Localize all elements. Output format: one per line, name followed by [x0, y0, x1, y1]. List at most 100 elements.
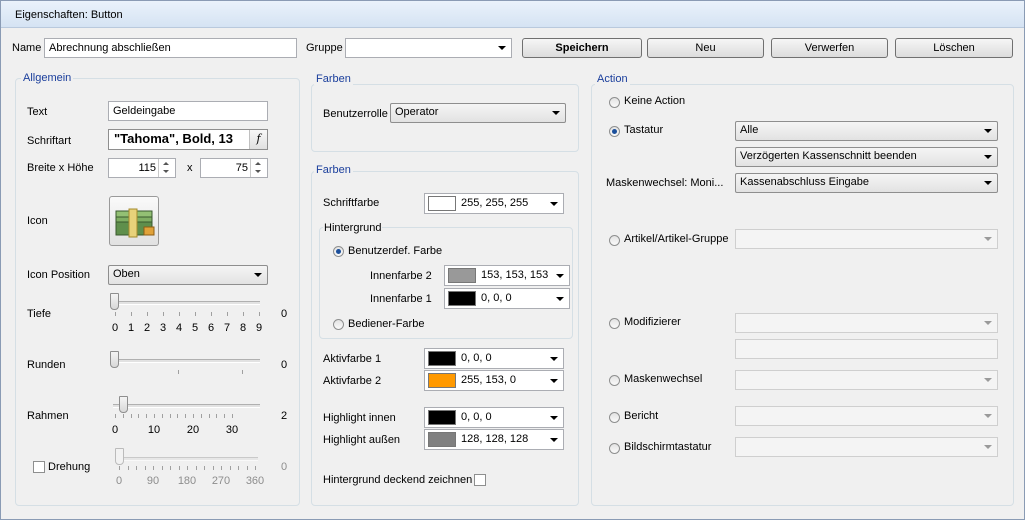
spin-up-icon[interactable]: [163, 162, 169, 165]
new-button[interactable]: Neu: [647, 38, 764, 58]
chevron-down-icon: [550, 438, 558, 442]
chevron-down-icon: [984, 378, 992, 382]
font-picker[interactable]: "Tahoma", Bold, 13 f: [108, 129, 268, 150]
font-dialog-button[interactable]: f: [249, 130, 267, 149]
innen2-colorpicker[interactable]: 153, 153, 153: [444, 265, 570, 286]
drehung-tick: [162, 466, 163, 470]
hl-aussen-colorpicker[interactable]: 128, 128, 128: [424, 429, 564, 450]
times-label: x: [187, 162, 193, 174]
chevron-down-icon: [550, 357, 558, 361]
width-spin-buttons[interactable]: [158, 159, 175, 177]
aktiv2-swatch: [428, 373, 456, 388]
tastatur-select[interactable]: Alle: [735, 121, 998, 141]
gruppe-select[interactable]: [345, 38, 512, 58]
farben-rolle-title: Farben: [314, 73, 353, 85]
tiefe-track[interactable]: [113, 301, 260, 305]
bildschirm-radio[interactable]: [609, 443, 620, 454]
rolle-select[interactable]: Operator: [390, 103, 566, 123]
drehung-tick-label: 180: [177, 475, 197, 487]
masken-moni-select[interactable]: Kassenabschluss Eingabe: [735, 173, 998, 193]
tastatur-radio[interactable]: [609, 126, 620, 137]
bediener-radio[interactable]: [333, 319, 344, 330]
aktiv1-swatch: [428, 351, 456, 366]
delete-button[interactable]: Löschen: [895, 38, 1013, 58]
drehung-tick: [136, 466, 137, 470]
innen1-colorpicker[interactable]: 0, 0, 0: [444, 288, 570, 309]
hl-innen-colorpicker[interactable]: 0, 0, 0: [424, 407, 564, 428]
width-spinner[interactable]: 115: [108, 158, 176, 178]
drehung-checkbox[interactable]: [33, 461, 45, 473]
tiefe-value: 0: [281, 308, 288, 320]
drehung-tick: [238, 466, 239, 470]
properties-window: Eigenschaften: Button Name Abrechnung ab…: [0, 0, 1025, 520]
bericht-radio[interactable]: [609, 412, 620, 423]
drehung-tick: [255, 466, 256, 470]
text-label: Text: [27, 106, 48, 118]
spin-down-icon[interactable]: [163, 170, 169, 173]
rahmen-tick-label: 0: [111, 424, 119, 436]
chevron-down-icon: [550, 379, 558, 383]
aktiv2-colorpicker[interactable]: 255, 153, 0: [424, 370, 564, 391]
tastatur-select-2[interactable]: Verzögerten Kassenschnitt beenden: [735, 147, 998, 167]
drehung-track[interactable]: [118, 457, 258, 461]
iconpos-select[interactable]: Oben: [108, 265, 268, 285]
innen1-value: 0, 0, 0: [481, 292, 512, 304]
drehung-tick: [170, 466, 171, 470]
schrift-colorpicker[interactable]: 255, 255, 255: [424, 193, 564, 214]
artikel-radio[interactable]: [609, 235, 620, 246]
name-label: Name: [12, 42, 42, 54]
rahmen-tick: [162, 414, 163, 418]
aktiv1-label: Aktivfarbe 1: [323, 353, 382, 365]
discard-button[interactable]: Verwerfen: [771, 38, 888, 58]
runden-track[interactable]: [113, 359, 260, 363]
tastatur-value: Alle: [740, 124, 759, 136]
modifizierer-input[interactable]: [735, 339, 998, 359]
drehung-tick-label: 270: [211, 475, 231, 487]
tiefe-tick: [259, 312, 260, 316]
drehung-tick: [119, 466, 120, 470]
keine-radio[interactable]: [609, 97, 620, 108]
modifizierer-select[interactable]: [735, 313, 998, 333]
rahmen-tick: [185, 414, 186, 418]
save-button[interactable]: Speichern: [522, 38, 642, 58]
spin-up-icon[interactable]: [255, 162, 261, 165]
rahmen-tick: [201, 414, 202, 418]
drehung-tick: [221, 466, 222, 470]
runden-value: 0: [281, 359, 288, 371]
benutzer-radio[interactable]: [333, 246, 344, 257]
maskenwechsel-radio[interactable]: [609, 375, 620, 386]
maskenwechsel-label: Maskenwechsel: [624, 373, 703, 385]
text-input[interactable]: Geldeingabe: [108, 101, 268, 121]
innen2-label: Innenfarbe 2: [370, 270, 432, 282]
rahmen-tick: [216, 414, 217, 418]
rahmen-tick: [123, 414, 124, 418]
runden-tick: [178, 370, 179, 374]
rahmen-tick-label: 30: [225, 424, 239, 436]
tiefe-label: Tiefe: [27, 308, 52, 320]
rahmen-slider-thumb[interactable]: [119, 396, 128, 413]
artikel-select[interactable]: [735, 229, 998, 249]
maskenwechsel-select[interactable]: [735, 370, 998, 390]
name-input[interactable]: Abrechnung abschließen: [44, 38, 297, 58]
height-spin-buttons[interactable]: [250, 159, 267, 177]
spin-down-icon[interactable]: [255, 170, 261, 173]
aktiv1-colorpicker[interactable]: 0, 0, 0: [424, 348, 564, 369]
tiefe-slider-thumb[interactable]: [110, 293, 119, 310]
deckend-checkbox[interactable]: [474, 474, 486, 486]
chevron-down-icon: [556, 297, 564, 301]
drehung-tick: [153, 466, 154, 470]
height-spinner[interactable]: 75: [200, 158, 268, 178]
chevron-down-icon: [550, 416, 558, 420]
tiefe-tick: [243, 312, 244, 316]
rahmen-tick-label: 20: [186, 424, 200, 436]
runden-slider-thumb[interactable]: [110, 351, 119, 368]
hl-innen-value: 0, 0, 0: [461, 411, 492, 423]
bildschirm-select[interactable]: [735, 437, 998, 457]
bericht-select[interactable]: [735, 406, 998, 426]
rahmen-tick: [131, 414, 132, 418]
rahmen-track[interactable]: [113, 404, 260, 408]
drehung-slider-thumb[interactable]: [115, 448, 124, 465]
aktiv1-value: 0, 0, 0: [461, 352, 492, 364]
modifizierer-radio[interactable]: [609, 318, 620, 329]
icon-button[interactable]: [109, 196, 159, 246]
